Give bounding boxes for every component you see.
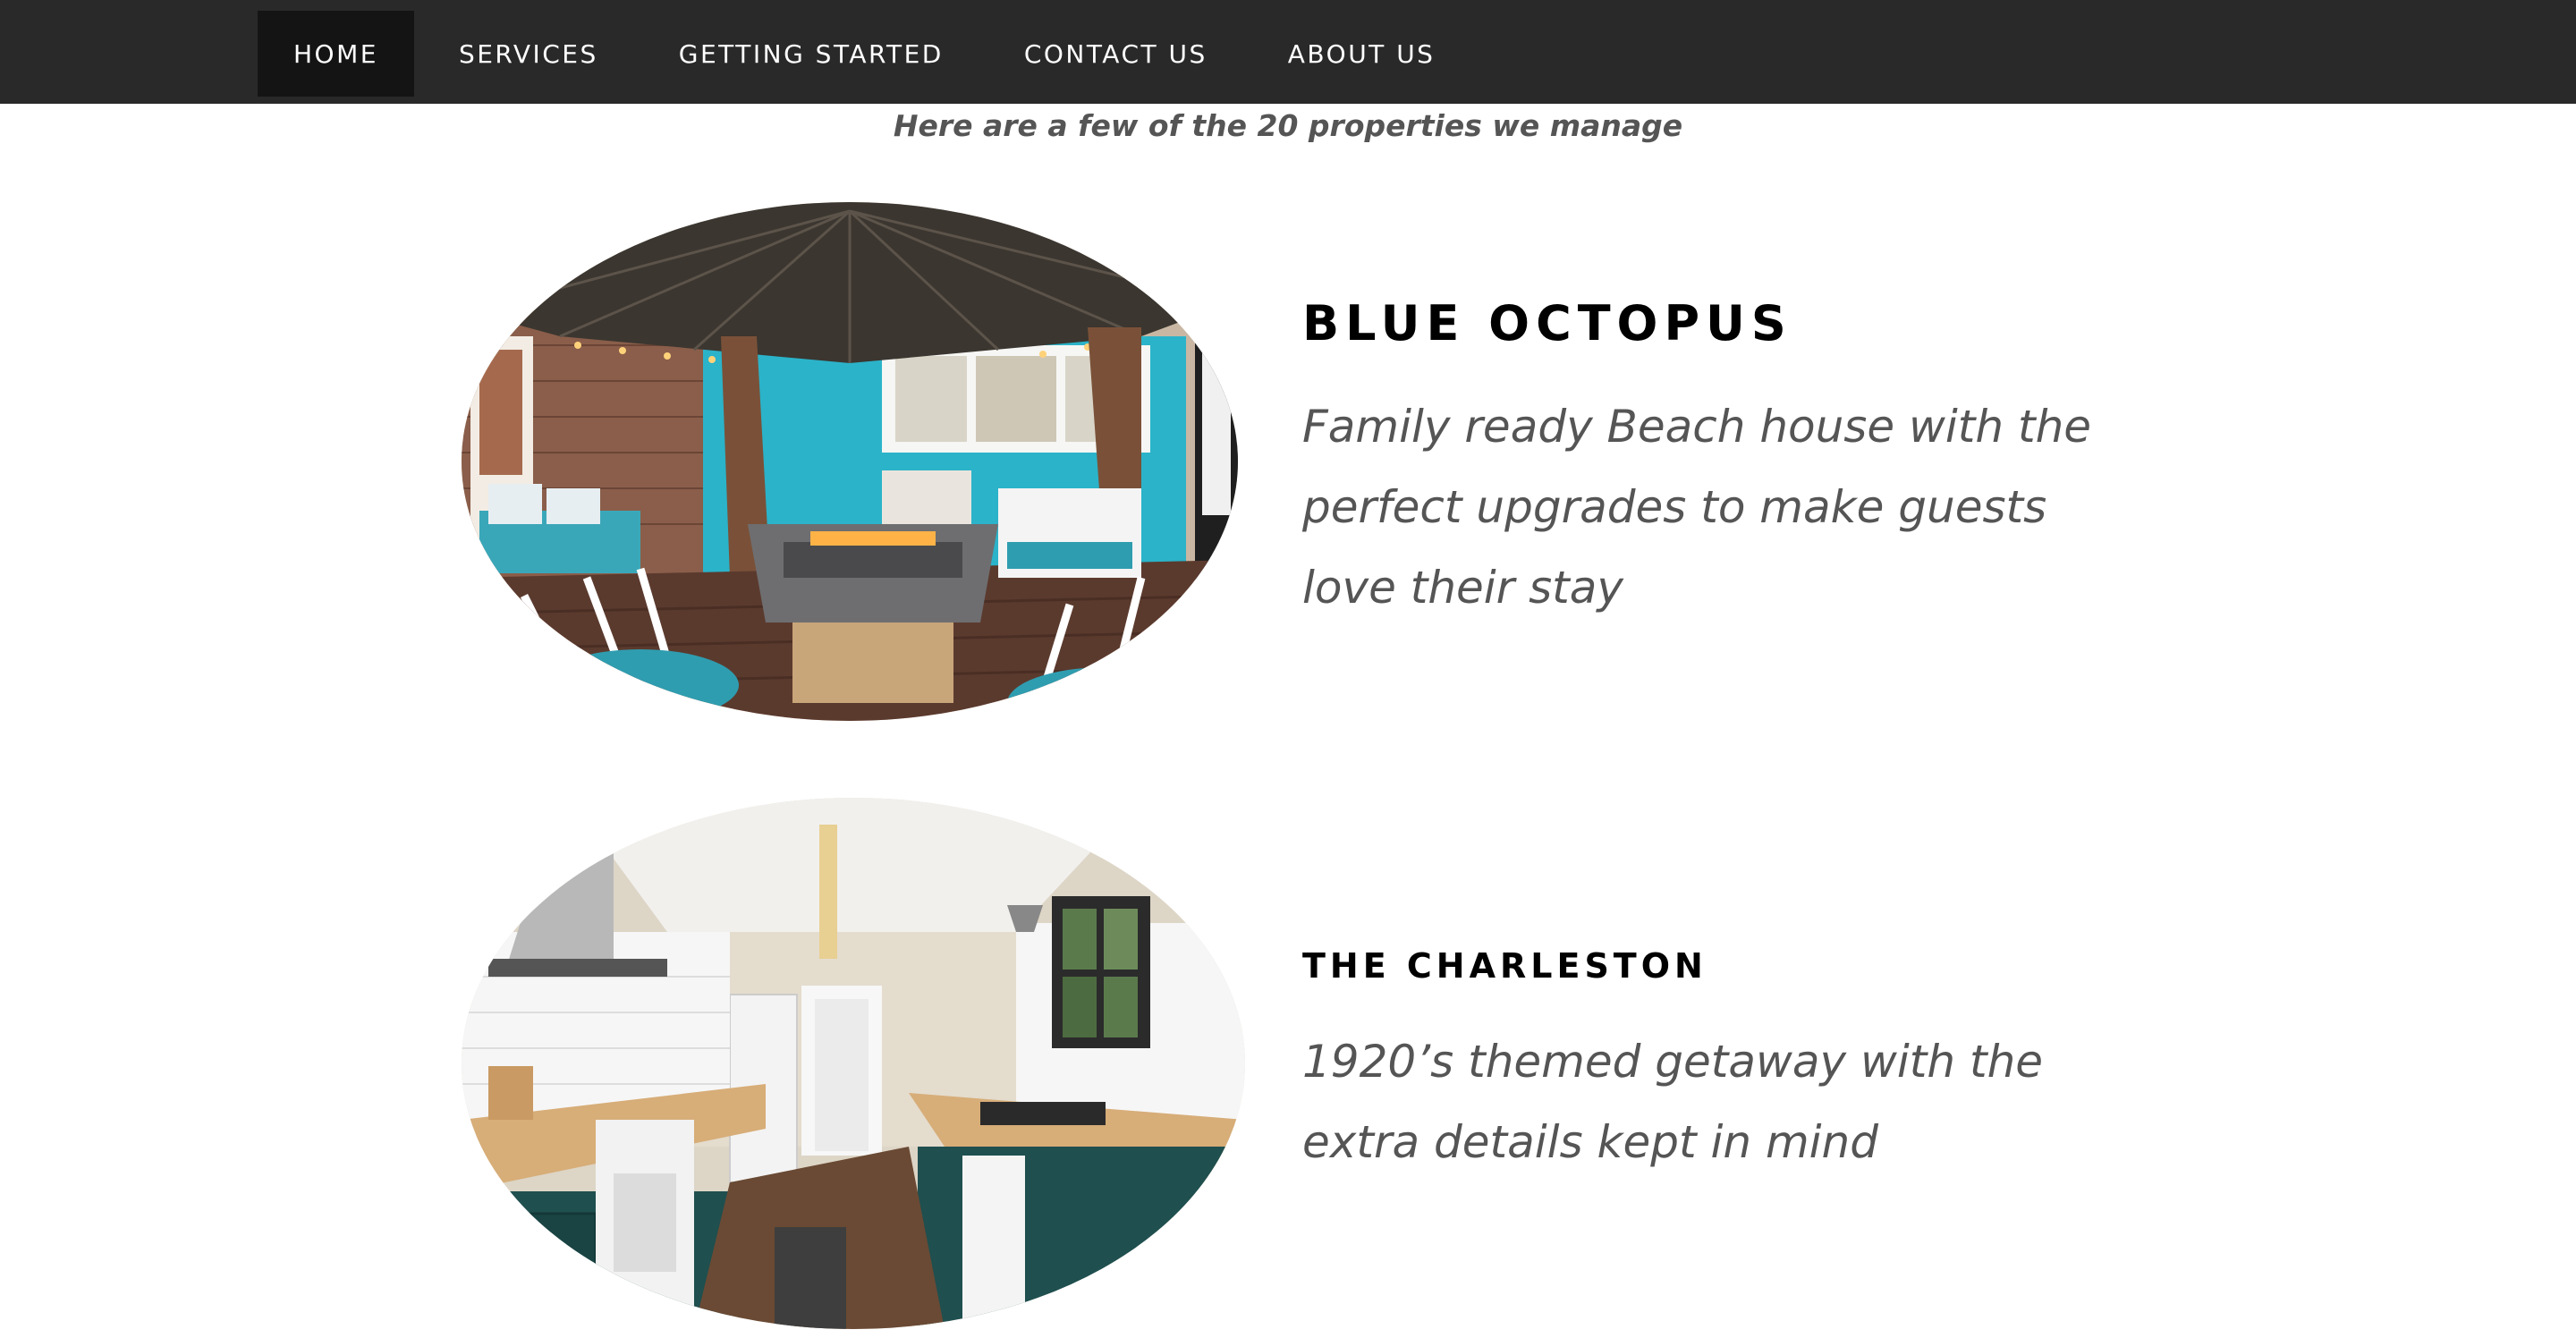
properties-intro-text: Here are a few of the 20 properties we m… [893,108,1683,143]
blue-octopus-patio-image [462,202,1238,721]
nav-item-services[interactable]: SERVICES [423,11,634,97]
the-charleston-photo[interactable] [462,798,1245,1329]
property-title-the-charleston[interactable]: THE CHARLESTON [1302,946,1707,986]
top-navigation-bar: HOME SERVICES GETTING STARTED CONTACT US… [0,0,2576,104]
property-description-blue-octopus: Family ready Beach house with the perfec… [1302,401,2092,614]
nav-item-about-us[interactable]: ABOUT US [1252,11,1471,97]
property-title-blue-octopus[interactable]: BLUE OCTOPUS [1302,295,1792,351]
nav-item-home[interactable]: HOME [258,11,414,97]
the-charleston-kitchen-image [462,798,1245,1329]
blue-octopus-photo[interactable] [462,202,1238,721]
nav-item-getting-started[interactable]: GETTING STARTED [643,11,979,97]
nav-item-contact-us[interactable]: CONTACT US [988,11,1243,97]
nav-menu: HOME SERVICES GETTING STARTED CONTACT US… [258,11,1470,97]
property-description-the-charleston: 1920’s themed getaway with the extra det… [1302,1036,2044,1168]
